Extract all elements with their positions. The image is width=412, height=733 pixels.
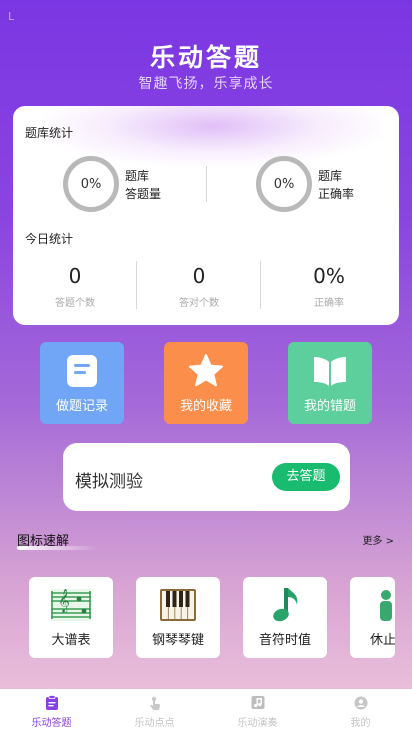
favorites-button[interactable]: 我的收藏: [164, 342, 248, 424]
mock-test-title: 模拟测验: [75, 472, 143, 492]
bank-count-ring: 0%: [63, 156, 119, 212]
mistakes-label: 我的错题: [303, 399, 356, 414]
star-icon: [189, 354, 223, 387]
user-icon: [354, 696, 367, 710]
icon-card-label: 休止: [370, 633, 395, 648]
more-link[interactable]: 更多 >: [362, 532, 394, 547]
today-accuracy: 0% 正确率: [267, 264, 391, 309]
today-correct-caption: 答对个数: [179, 298, 219, 309]
tab-label: 乐动演奏: [237, 718, 278, 729]
today-accuracy-caption: 正确率: [314, 298, 344, 309]
tab-profile[interactable]: 我的: [309, 689, 412, 733]
bottom-tab-bar: 乐动答题 乐动点点 乐动演奏 我的: [0, 689, 412, 733]
today-correct-value: 0: [192, 264, 206, 288]
bank-count-label: 题库 答题量: [125, 167, 161, 203]
bank-accuracy-line2: 正确率: [318, 187, 355, 201]
start-answering-button[interactable]: 去答题: [272, 463, 340, 491]
icon-card-note-values[interactable]: 音符时值: [243, 577, 327, 658]
tab-perform[interactable]: 乐动演奏: [206, 689, 309, 733]
music-icon: [251, 696, 264, 709]
today-accuracy-value: 0%: [313, 264, 345, 288]
tab-label: 乐动点点: [134, 718, 175, 729]
book-icon: [314, 357, 346, 386]
rest-icon: [380, 590, 392, 621]
stats-card: 题库统计 0% 题库 答题量 0% 题库 正确率 今日统计 0 答题个数 0 答…: [13, 106, 399, 325]
stats-divider: [206, 166, 207, 202]
tab-label: 乐动答题: [31, 718, 72, 729]
grand-staff-icon: 𝄞: [51, 588, 91, 621]
mock-test-card: 模拟测验 去答题: [63, 443, 350, 511]
icon-card-label: 音符时值: [258, 633, 311, 648]
today-answered: 0 答题个数: [13, 264, 137, 309]
app-subtitle: 智趣飞扬，乐享成长: [138, 76, 274, 92]
tap-icon: [149, 696, 160, 710]
icon-card-rest[interactable]: 休止: [350, 577, 395, 658]
app-title: 乐动答题: [149, 43, 262, 72]
document-icon: [67, 355, 97, 387]
icon-card-piano-keys[interactable]: 钢琴琴键: [136, 577, 220, 658]
bank-count-line1: 题库: [125, 169, 150, 183]
tab-quiz[interactable]: 乐动答题: [0, 689, 103, 733]
favorites-label: 我的收藏: [179, 399, 232, 414]
bank-count-line2: 答题量: [125, 187, 162, 201]
icon-card-grand-staff[interactable]: 𝄞 大谱表: [29, 577, 113, 658]
bank-accuracy-line1: 题库: [318, 169, 343, 183]
practice-record-label: 做题记录: [55, 399, 108, 414]
today-answered-caption: 答题个数: [55, 298, 95, 309]
tab-tap[interactable]: 乐动点点: [103, 689, 206, 733]
icon-section-title: 图标速解: [17, 534, 70, 549]
bank-accuracy-label: 题库 正确率: [318, 167, 354, 203]
status-indicator: L: [8, 10, 15, 23]
svg-text:𝄞: 𝄞: [58, 588, 70, 613]
today-divider: [260, 261, 261, 309]
piano-keys-icon: [160, 589, 196, 621]
bank-accuracy-ring: 0%: [256, 156, 312, 212]
clipboard-icon: [45, 695, 58, 710]
icon-card-label: 大谱表: [51, 633, 91, 648]
today-correct: 0 答对个数: [137, 264, 261, 309]
icon-card-label: 钢琴琴键: [151, 633, 204, 648]
today-answered-value: 0: [68, 264, 82, 288]
mistakes-button[interactable]: 我的错题: [288, 342, 372, 424]
bank-stats-label: 题库统计: [25, 126, 74, 140]
music-note-icon: [273, 588, 298, 622]
today-stats-label: 今日统计: [25, 232, 74, 246]
practice-record-button[interactable]: 做题记录: [40, 342, 124, 424]
tab-label: 我的: [350, 718, 371, 729]
